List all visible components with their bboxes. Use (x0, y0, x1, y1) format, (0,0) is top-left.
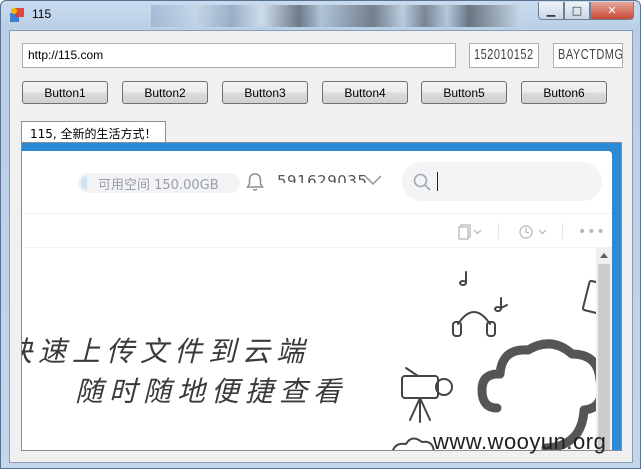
minimize-button[interactable]: ▁ (538, 2, 564, 20)
more-icon[interactable]: ••• (578, 224, 606, 240)
toolbar-divider (562, 223, 563, 239)
tab-115[interactable]: 115, 全新的生活方式！ (21, 121, 166, 143)
bell-icon[interactable] (244, 171, 266, 193)
search-icon[interactable] (412, 172, 432, 192)
minimize-icon: ▁ (546, 4, 556, 17)
title-bar[interactable]: 115 ▁ □ ✕ (1, 1, 640, 29)
button-1[interactable]: Button1 (22, 81, 108, 104)
toolbar-divider (498, 223, 499, 239)
button-6[interactable]: Button6 (521, 81, 607, 104)
slogan-line-1: 快速上传文件到云端 (22, 335, 311, 368)
upload-banner: 快速上传文件到云端 随时随地便捷查看 (22, 248, 612, 450)
window-controls: ▁ □ ✕ (538, 2, 634, 22)
search-input[interactable] (437, 172, 438, 191)
search-box[interactable] (402, 162, 602, 201)
button-3[interactable]: Button3 (222, 81, 308, 104)
cloud-illustration (392, 271, 602, 450)
client-area: http://115.com 152010152 BAYCTDMG Button… (9, 30, 633, 463)
clock-dropdown[interactable] (518, 223, 550, 241)
chevron-down-icon[interactable] (363, 173, 383, 187)
user-id[interactable]: 591629035 (277, 171, 367, 183)
id-field[interactable]: 152010152 (469, 43, 539, 68)
close-icon: ✕ (607, 4, 617, 17)
clock-icon (519, 225, 547, 239)
web-page: 可用空间 150.00GB 591629035 ••• 快速上传文件到云端 随时… (22, 151, 612, 450)
copy-dropdown[interactable] (458, 223, 484, 241)
button-5[interactable]: Button5 (421, 81, 507, 104)
file-toolbar: ••• (22, 213, 612, 248)
maximize-icon: □ (571, 4, 583, 17)
watermark-text: www.wooyun.org (433, 429, 607, 454)
close-button[interactable]: ✕ (590, 2, 634, 20)
web-header: 可用空间 150.00GB 591629035 (22, 151, 612, 213)
slogan-line-2: 随时随地便捷查看 (75, 375, 348, 408)
id-field-value: 152010152 (474, 47, 534, 63)
arrow-up-icon (600, 253, 608, 258)
copy-icon (458, 224, 482, 240)
button-4[interactable]: Button4 (322, 81, 408, 104)
code-field[interactable]: BAYCTDMG (553, 43, 623, 68)
titlebar-background-blur (151, 5, 521, 27)
storage-space-badge[interactable]: 可用空间 150.00GB (78, 173, 240, 193)
window-title: 115 (32, 7, 52, 21)
app-window: 115 ▁ □ ✕ http://115.com 152010152 BAYCT… (0, 0, 641, 469)
url-input[interactable]: http://115.com (22, 43, 456, 68)
scroll-thumb[interactable] (598, 264, 610, 450)
vertical-scrollbar[interactable] (596, 248, 612, 450)
scroll-up-button[interactable] (596, 248, 612, 262)
app-icon (10, 8, 24, 22)
maximize-button[interactable]: □ (564, 2, 590, 20)
web-browser-view: 可用空间 150.00GB 591629035 ••• 快速上传文件到云端 随时… (21, 142, 622, 451)
button-2[interactable]: Button2 (122, 81, 208, 104)
code-field-value: BAYCTDMG (558, 47, 623, 63)
